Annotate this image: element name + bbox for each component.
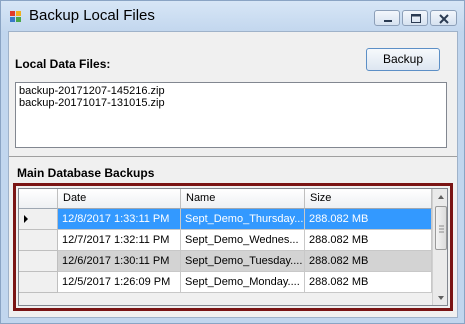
scroll-down-button[interactable] (433, 290, 447, 305)
table-row[interactable]: 12/5/2017 1:26:09 PM Sept_Demo_Monday...… (19, 272, 432, 293)
app-window: Backup Local Files Local Data Files: Bac… (0, 0, 465, 324)
cell-date[interactable]: 12/7/2017 1:32:11 PM (58, 230, 181, 251)
main-backups-label: Main Database Backups (17, 166, 155, 180)
cell-size[interactable]: 288.082 MB (305, 272, 432, 293)
cell-date[interactable]: 12/5/2017 1:26:09 PM (58, 272, 181, 293)
highlight-frame: Date Name Size 12/8/2017 1:33:11 PM Sept… (13, 183, 453, 311)
list-item[interactable]: backup-20171017-131015.zip (19, 97, 443, 109)
grid-header: Date Name Size (19, 189, 432, 209)
cell-size[interactable]: 288.082 MB (305, 230, 432, 251)
column-header-date[interactable]: Date (58, 189, 181, 209)
column-header-name[interactable]: Name (181, 189, 305, 209)
cell-date[interactable]: 12/6/2017 1:30:11 PM (58, 251, 181, 272)
table-row[interactable]: 12/6/2017 1:30:11 PM Sept_Demo_Tuesday..… (19, 251, 432, 272)
cell-size[interactable]: 288.082 MB (305, 251, 432, 272)
app-icon (10, 11, 22, 23)
vertical-scrollbar[interactable] (432, 189, 447, 305)
maximize-icon (411, 14, 421, 23)
scroll-down-icon (438, 296, 444, 300)
header-corner (19, 189, 58, 209)
row-header[interactable] (19, 251, 58, 272)
row-header[interactable] (19, 209, 58, 230)
cell-name[interactable]: Sept_Demo_Thursday.... (181, 209, 305, 230)
backups-grid[interactable]: Date Name Size 12/8/2017 1:33:11 PM Sept… (18, 188, 448, 306)
cell-date[interactable]: 12/8/2017 1:33:11 PM (58, 209, 181, 230)
scroll-up-icon (438, 195, 444, 199)
divider (9, 156, 457, 157)
row-header[interactable] (19, 230, 58, 251)
minimize-icon (384, 20, 392, 22)
cell-size[interactable]: 288.082 MB (305, 209, 432, 230)
minimize-button[interactable] (374, 10, 400, 26)
cell-name[interactable]: Sept_Demo_Wednes... (181, 230, 305, 251)
cell-name[interactable]: Sept_Demo_Tuesday.... (181, 251, 305, 272)
maximize-button[interactable] (402, 10, 428, 26)
close-icon (439, 14, 449, 24)
column-header-size[interactable]: Size (305, 189, 432, 209)
window-title: Backup Local Files (29, 7, 155, 24)
scrollbar-thumb[interactable] (435, 206, 447, 250)
grip-icon (439, 225, 444, 233)
table-row[interactable]: 12/7/2017 1:32:11 PM Sept_Demo_Wednes...… (19, 230, 432, 251)
local-files-label: Local Data Files: (15, 57, 111, 71)
local-files-list[interactable]: backup-20171207-145216.zip backup-201710… (15, 82, 447, 148)
scroll-up-button[interactable] (433, 189, 447, 205)
table-row[interactable]: 12/8/2017 1:33:11 PM Sept_Demo_Thursday.… (19, 209, 432, 230)
client-area: Local Data Files: Backup backup-20171207… (8, 31, 458, 318)
row-header[interactable] (19, 272, 58, 293)
row-pointer-icon (24, 215, 28, 223)
backup-button[interactable]: Backup (366, 48, 440, 71)
cell-name[interactable]: Sept_Demo_Monday.... (181, 272, 305, 293)
title-bar[interactable]: Backup Local Files (1, 1, 464, 31)
close-button[interactable] (430, 10, 457, 26)
list-item[interactable]: backup-20171207-145216.zip (19, 85, 443, 97)
